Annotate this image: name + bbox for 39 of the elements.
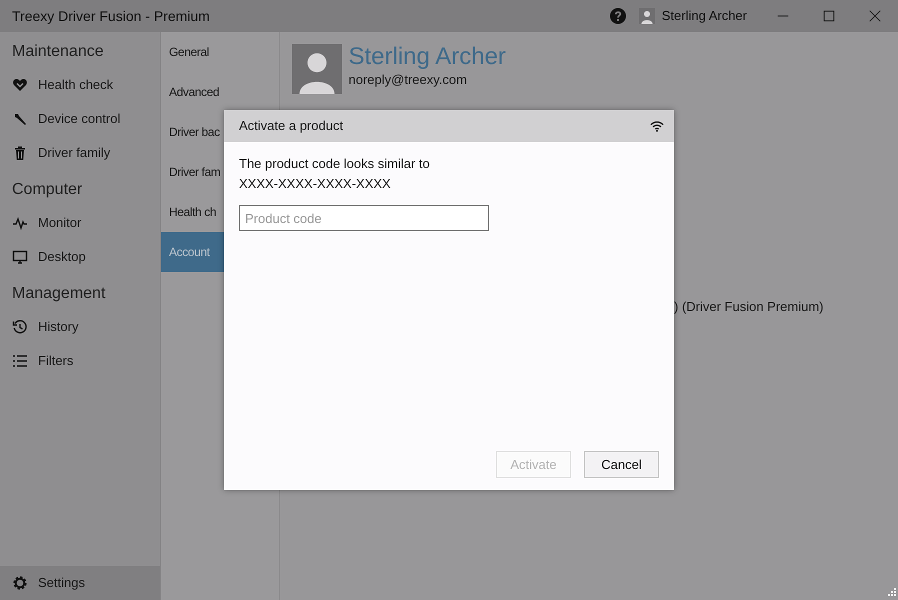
section-heading: Maintenance	[11, 42, 105, 62]
section-heading: Computer	[11, 180, 84, 200]
sidebar-item[interactable]: Device control	[0, 102, 160, 136]
pulse-icon	[12, 215, 28, 231]
settings-tab[interactable]: Advanced	[161, 72, 279, 112]
close-icon	[868, 9, 882, 23]
sidebar-item[interactable]: History	[0, 310, 160, 344]
maximize-icon	[822, 9, 836, 23]
trash-icon	[12, 145, 28, 161]
heart-icon	[12, 77, 28, 93]
help-icon[interactable]	[610, 8, 626, 24]
monitor-icon	[12, 249, 28, 265]
list-icon	[12, 353, 28, 369]
resize-grip[interactable]	[886, 588, 896, 598]
sidebar-item[interactable]: Filters	[0, 344, 160, 378]
sidebar-item[interactable]: Driver family	[0, 136, 160, 170]
section-heading: Management	[11, 284, 106, 304]
dialog-message: The product code looks similar to	[239, 155, 431, 173]
minimize-icon	[776, 15, 790, 17]
settings-icon	[12, 575, 28, 591]
sidebar-item[interactable]: Health check	[0, 68, 160, 102]
sidebar-item[interactable]: Settings	[0, 566, 160, 600]
account-name: Sterling Archer	[348, 44, 506, 70]
dialog-title: Activate a product	[239, 117, 344, 136]
window-title: Treexy Driver Fusion - Premium	[11, 6, 211, 26]
sidebar-item[interactable]: Monitor	[0, 206, 160, 240]
history-icon	[12, 319, 28, 335]
license-text: ) (Driver Fusion Premium)	[674, 299, 824, 314]
user-button[interactable]: Sterling Archer	[639, 6, 747, 26]
cancel-button[interactable]: Cancel	[584, 451, 659, 478]
wrench-icon	[12, 111, 28, 127]
settings-tab[interactable]: General	[161, 32, 279, 72]
avatar-icon	[639, 8, 656, 24]
product-code-field[interactable]: Product code	[239, 205, 489, 231]
wifi-icon	[650, 120, 664, 132]
profile-avatar	[292, 44, 342, 94]
account-email: noreply@treexy.com	[348, 71, 468, 90]
code-format: XXXX-XXXX-XXXX-XXXX	[239, 174, 392, 192]
sidebar-item[interactable]: Desktop	[0, 240, 160, 274]
